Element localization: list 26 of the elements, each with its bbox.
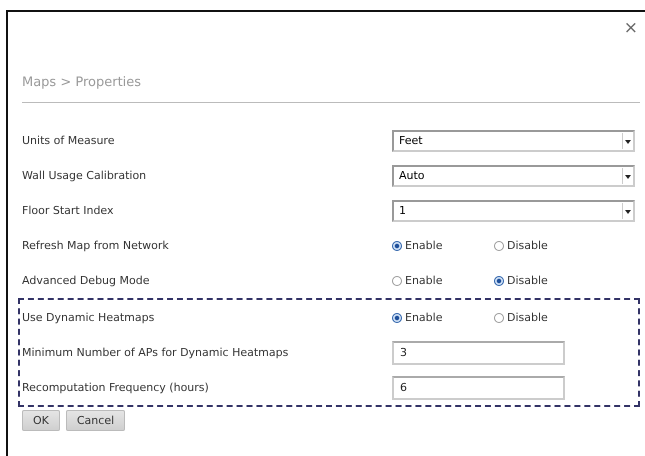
field-label: Recomputation Frequency (hours) (22, 381, 210, 394)
caret-icon (622, 168, 633, 184)
dropdown-field[interactable]: 1 (392, 200, 635, 222)
dropdown-field[interactable]: Auto (392, 164, 635, 186)
field-label: Units of Measure (22, 134, 116, 147)
dropdown-field[interactable]: Feet (392, 130, 635, 152)
radio-option[interactable]: Disable (494, 239, 574, 252)
input-field[interactable]: 6 (392, 376, 565, 400)
caret-icon (622, 132, 633, 148)
field-label: Refresh Map from Network (22, 239, 170, 252)
caret-icon (622, 202, 633, 218)
close-button[interactable]: × (624, 20, 638, 37)
radio-option[interactable]: Enable (392, 239, 472, 252)
radio-option[interactable]: Enable (392, 274, 472, 287)
breadcrumb: Maps > Properties (22, 75, 640, 103)
radio-option[interactable]: Enable (392, 311, 472, 324)
input-field[interactable]: 3 (392, 340, 565, 364)
radio-option[interactable]: Disable (494, 274, 574, 287)
field-label: Wall Usage Calibration (22, 169, 148, 182)
field-label: Minimum Number of APs for Dynamic Heatmaps (22, 346, 290, 359)
ok-button[interactable]: OK (22, 410, 60, 431)
radio-option[interactable]: Disable (494, 311, 574, 324)
field-label: Use Dynamic Heatmaps (22, 311, 156, 324)
cancel-button[interactable]: Cancel (66, 410, 126, 431)
field-label: Floor Start Index (22, 204, 115, 217)
field-label: Advanced Debug Mode (22, 274, 150, 287)
